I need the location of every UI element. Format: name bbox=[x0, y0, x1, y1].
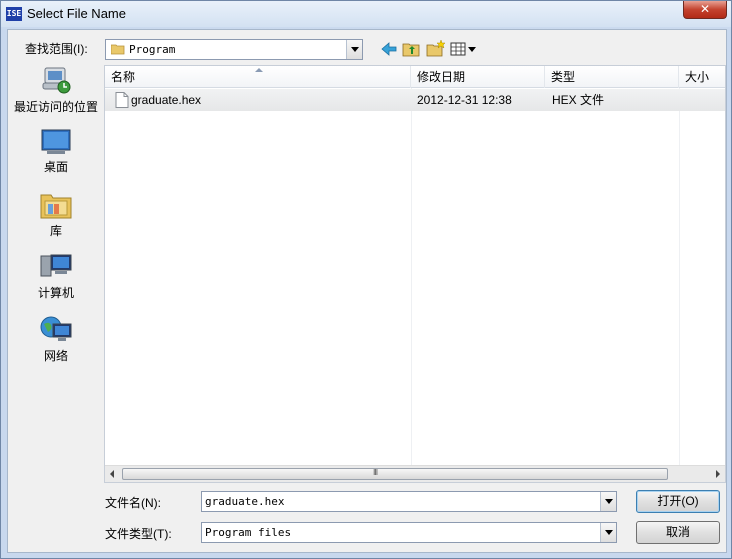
column-divider bbox=[411, 88, 412, 474]
new-folder-icon[interactable] bbox=[426, 39, 446, 59]
scroll-right-icon[interactable] bbox=[716, 470, 720, 478]
file-row[interactable]: graduate.hex 2012-12-31 12:38 HEX 文件 bbox=[105, 89, 725, 111]
column-name-label: 名称 bbox=[111, 70, 136, 84]
filetype-value: Program files bbox=[205, 526, 292, 539]
scrollbar-grip: III bbox=[373, 468, 378, 477]
file-date: 2012-12-31 12:38 bbox=[417, 93, 512, 107]
place-label: 网络 bbox=[43, 349, 68, 363]
column-header-size[interactable]: 大小 bbox=[679, 66, 725, 88]
back-arrow-icon[interactable] bbox=[380, 39, 398, 59]
place-recent[interactable]: 最近访问的位置 bbox=[12, 64, 100, 115]
filetype-label: 文件类型(T): bbox=[105, 527, 172, 541]
computer-icon bbox=[40, 254, 72, 277]
place-label: 库 bbox=[49, 224, 62, 238]
file-icon bbox=[115, 92, 129, 108]
scrollbar-thumb[interactable] bbox=[122, 468, 668, 480]
place-libraries[interactable]: 库 bbox=[12, 190, 100, 239]
column-header-name[interactable]: 名称 bbox=[105, 66, 411, 88]
place-label: 最近访问的位置 bbox=[13, 100, 98, 114]
view-menu-icon[interactable] bbox=[450, 39, 478, 59]
file-list[interactable]: 名称 修改日期 类型 大小 graduate.hex 2012-12-31 12… bbox=[104, 65, 726, 483]
network-icon bbox=[40, 316, 72, 341]
title-bar[interactable]: ISE Select File Name ✕ bbox=[1, 1, 731, 27]
filetype-select[interactable]: Program files bbox=[201, 522, 617, 543]
up-folder-icon[interactable] bbox=[402, 39, 422, 59]
sort-ascending-icon bbox=[255, 68, 263, 72]
look-in-value: Program bbox=[129, 43, 176, 56]
file-name: graduate.hex bbox=[131, 93, 202, 107]
folder-icon bbox=[111, 44, 125, 55]
filename-label: 文件名(N): bbox=[105, 496, 161, 510]
look-in-dropdown[interactable]: Program bbox=[105, 39, 363, 60]
select-file-dialog: ISE Select File Name ✕ 查找范围(I): Program bbox=[0, 0, 732, 559]
look-in-label: 查找范围(I): bbox=[25, 42, 88, 56]
file-type: HEX 文件 bbox=[552, 93, 605, 107]
recent-places-icon bbox=[42, 67, 71, 94]
cancel-button[interactable]: 取消 bbox=[636, 521, 720, 544]
places-bar: 最近访问的位置 桌面 库 计算机 网络 bbox=[12, 62, 100, 382]
filename-field[interactable]: graduate.hex bbox=[201, 491, 617, 512]
place-computer[interactable]: 计算机 bbox=[12, 252, 100, 301]
libraries-icon bbox=[40, 194, 72, 219]
place-label: 桌面 bbox=[43, 160, 68, 174]
close-button[interactable]: ✕ bbox=[683, 1, 727, 19]
place-network[interactable]: 网络 bbox=[12, 315, 100, 364]
filename-value: graduate.hex bbox=[205, 495, 285, 508]
dialog-body: 查找范围(I): Program 最近访问的位置 桌面 库 计算机 网络 名称 … bbox=[7, 29, 727, 553]
horizontal-scrollbar[interactable]: III bbox=[105, 465, 725, 482]
scroll-left-icon[interactable] bbox=[110, 470, 114, 478]
column-header-type[interactable]: 类型 bbox=[545, 66, 679, 88]
app-icon: ISE bbox=[6, 7, 22, 21]
open-button[interactable]: 打开(O) bbox=[636, 490, 720, 513]
chevron-down-icon[interactable] bbox=[600, 492, 616, 511]
chevron-down-icon[interactable] bbox=[346, 40, 362, 59]
column-divider bbox=[679, 88, 680, 474]
place-label: 计算机 bbox=[37, 286, 74, 300]
window-title: Select File Name bbox=[27, 6, 126, 21]
desktop-icon bbox=[41, 129, 71, 154]
chevron-down-icon[interactable] bbox=[600, 523, 616, 542]
column-header-row: 名称 修改日期 类型 大小 bbox=[105, 66, 725, 88]
column-header-date[interactable]: 修改日期 bbox=[411, 66, 545, 88]
place-desktop[interactable]: 桌面 bbox=[12, 128, 100, 175]
